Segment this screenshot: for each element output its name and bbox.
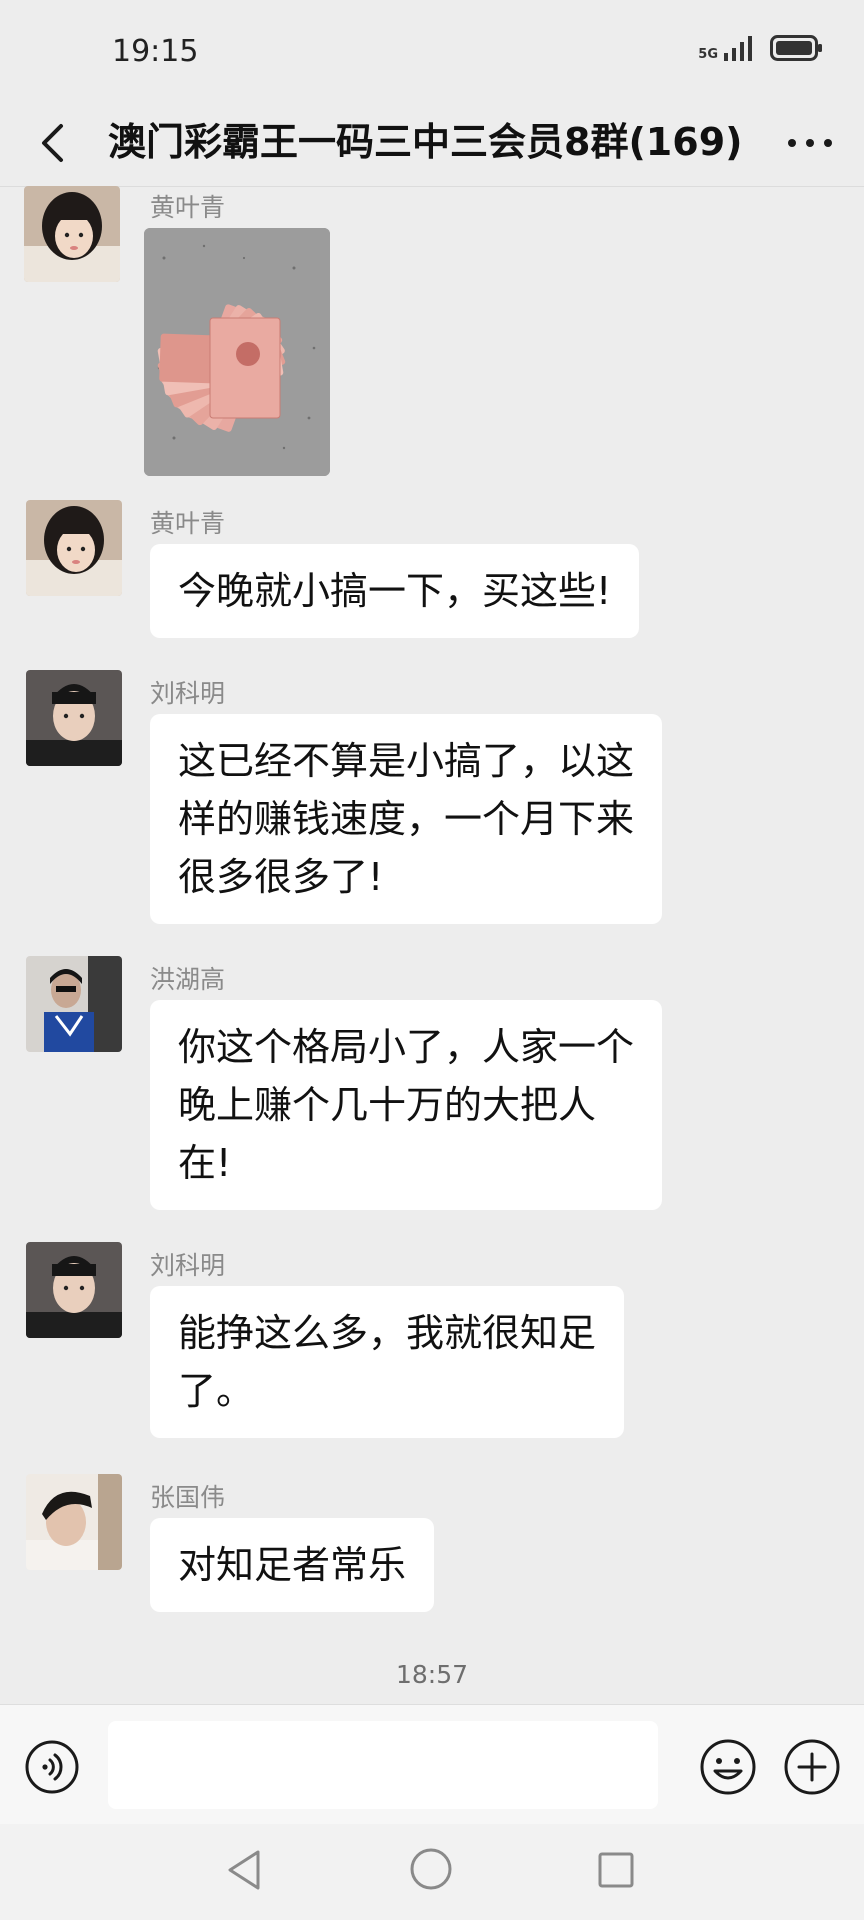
avatar-image <box>26 1242 122 1338</box>
message-line: 今晚就小搞一下，买这些! <box>178 569 612 613</box>
chevron-left-icon <box>42 124 63 162</box>
group-title: 澳门彩霸王一码三中三会员8群(169) <box>108 120 743 164</box>
avatar-image <box>26 670 122 766</box>
money-photo-icon <box>144 228 330 476</box>
avatar[interactable] <box>26 670 122 766</box>
message-line: 你这个格局小了，人家一个 <box>178 1025 635 1069</box>
message-item: 刘科明 这已经不算是小搞了，以这 样的赚钱速度，一个月下来 很多很多了! <box>0 670 864 930</box>
more-button[interactable] <box>778 108 842 178</box>
plus-icon <box>784 1739 840 1795</box>
sender-name: 张国伟 <box>150 1483 226 1512</box>
status-bar: 19:15 5G <box>0 0 864 100</box>
network-label: 5G <box>698 47 718 62</box>
chat-message-list[interactable]: 黄叶青 黄叶青 今晚就小搞一下，买这些! 刘科明 这已经不算是小搞了，以这 样的… <box>0 186 864 1704</box>
message-bubble[interactable]: 对知足者常乐 <box>150 1518 435 1612</box>
message-item: 黄叶青 今晚就小搞一下，买这些! <box>0 500 864 640</box>
message-input[interactable] <box>108 1721 658 1809</box>
sender-name: 刘科明 <box>150 679 226 708</box>
avatar[interactable] <box>26 1474 122 1570</box>
avatar-image <box>26 1474 122 1570</box>
message-line: 在! <box>178 1141 232 1185</box>
message-item: 张国伟 对知足者常乐 <box>0 1474 864 1624</box>
message-line: 这已经不算是小搞了，以这 <box>178 739 635 783</box>
status-time: 19:15 <box>112 34 199 69</box>
avatar[interactable] <box>26 956 122 1052</box>
more-functions-button[interactable] <box>782 1737 842 1797</box>
avatar[interactable] <box>26 500 122 596</box>
message-item: 刘科明 能挣这么多，我就很知足 了。 <box>0 1242 864 1452</box>
voice-input-icon <box>25 1740 79 1794</box>
status-icons: 5G <box>698 34 824 62</box>
message-line: 很多很多了! <box>178 855 384 899</box>
network-icon: 5G <box>698 35 756 61</box>
message-bubble[interactable]: 这已经不算是小搞了，以这 样的赚钱速度，一个月下来 很多很多了! <box>150 714 663 924</box>
nav-home-icon[interactable] <box>408 1846 454 1892</box>
emoji-button[interactable] <box>698 1737 758 1797</box>
sender-name: 黄叶青 <box>150 509 226 538</box>
voice-button[interactable] <box>24 1739 80 1795</box>
signal-icon <box>724 36 752 61</box>
avatar-image <box>24 186 120 282</box>
system-nav-bar <box>0 1824 864 1920</box>
chat-timestamp: 18:57 <box>395 1660 469 1689</box>
image-message[interactable] <box>144 228 330 476</box>
message-item: 洪湖高 你这个格局小了，人家一个 晚上赚个几十万的大把人 在! <box>0 956 864 1216</box>
chat-header: 澳门彩霸王一码三中三会员8群(169) <box>0 100 864 187</box>
more-horizontal-icon <box>788 139 832 147</box>
emoji-icon <box>700 1739 756 1795</box>
message-line: 对知足者常乐 <box>178 1543 407 1587</box>
input-bar <box>0 1704 864 1825</box>
nav-recent-apps-icon[interactable] <box>596 1850 636 1890</box>
message-bubble[interactable]: 能挣这么多，我就很知足 了。 <box>150 1286 625 1438</box>
message-line: 样的赚钱速度，一个月下来 <box>178 797 635 841</box>
battery-icon <box>770 35 822 61</box>
avatar-image <box>26 500 122 596</box>
back-button[interactable] <box>22 108 82 178</box>
message-bubble[interactable]: 你这个格局小了，人家一个 晚上赚个几十万的大把人 在! <box>150 1000 663 1210</box>
nav-back-icon[interactable] <box>224 1848 264 1892</box>
avatar-image <box>26 956 122 1052</box>
sender-name: 洪湖高 <box>150 965 226 994</box>
avatar[interactable] <box>26 1242 122 1338</box>
sender-name: 刘科明 <box>150 1251 226 1280</box>
message-bubble[interactable]: 今晚就小搞一下，买这些! <box>150 544 640 638</box>
sender-name: 黄叶青 <box>150 193 226 222</box>
message-line: 了。 <box>178 1369 255 1413</box>
message-line: 晚上赚个几十万的大把人 <box>178 1083 597 1127</box>
avatar[interactable] <box>24 186 120 282</box>
message-item: 黄叶青 <box>0 186 864 486</box>
message-line: 能挣这么多，我就很知足 <box>178 1311 597 1355</box>
